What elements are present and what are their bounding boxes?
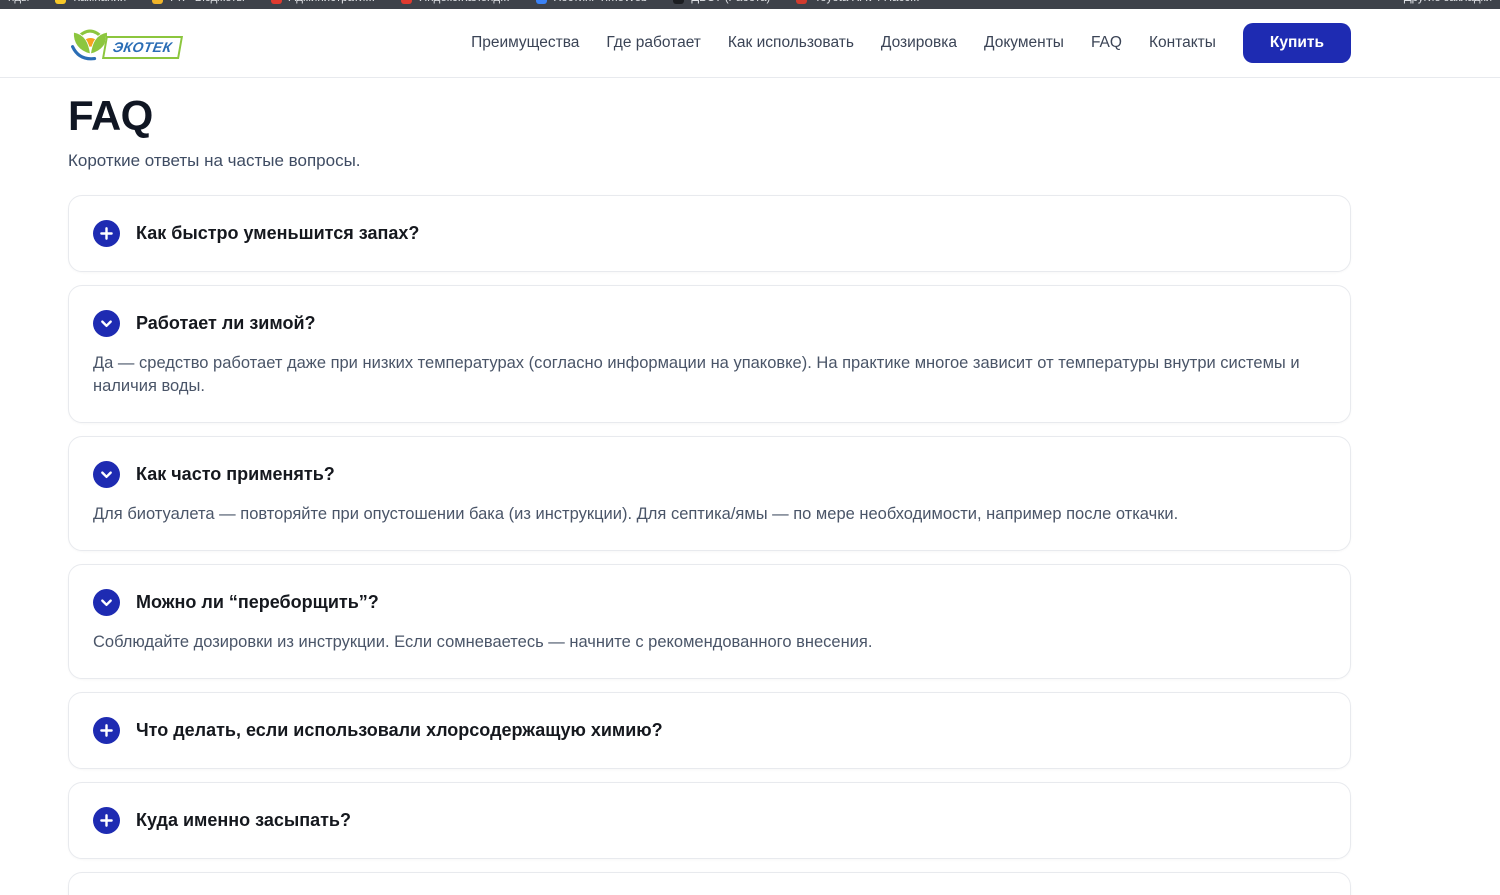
faq-item-card: Поможет ли, если яма/бак переполнены? [68,872,1351,895]
site-icon [673,0,684,4]
faq-question-row[interactable]: Что делать, если использовали хлорсодерж… [93,717,1326,744]
nav-link-преимущества[interactable]: Преимущества [471,34,579,52]
buy-button[interactable]: Купить [1243,23,1351,63]
bookmark-label: Яндекс.Календ... [419,0,510,4]
bookmark-item[interactable]: Toyota RAV4 Пасс... [796,0,919,4]
header-inner: ЭКОТЕК Преимущества Где работает Как исп… [68,23,1351,63]
bookmarks-list: нды Кампании РК - Бюджеты Администрати..… [8,0,1492,8]
faq-question-row[interactable]: Как быстро уменьшится запах? [93,220,1326,247]
faq-item-card: Куда именно засыпать? [68,782,1351,859]
yandex-icon [55,0,66,4]
bookmark-item[interactable]: РК - Бюджеты [152,0,244,4]
bookmark-label: Toyota RAV4 Пасс... [814,0,919,4]
faq-item-card: Работает ли зимой? Да — средство работае… [68,285,1351,423]
faq-toggle-button[interactable] [93,589,120,616]
bookmark-item[interactable]: Администрати... [271,0,375,4]
faq-item-card: Можно ли “переборщить”? Соблюдайте дозир… [68,564,1351,679]
faq-item-card: Как часто применять? Для биотуалета — по… [68,436,1351,551]
faq-toggle-button[interactable] [93,310,120,337]
bookmark-item[interactable]: ДБСТ (Работа) [673,0,770,4]
plus-icon [100,227,113,240]
faq-question: Как быстро уменьшится запах? [136,223,419,244]
chevron-down-icon [100,317,113,330]
bookmark-item[interactable]: Яндекс.Календ... [401,0,510,4]
faq-question: Работает ли зимой? [136,313,316,334]
faq-question: Как часто применять? [136,464,335,485]
bookmark-label: Кампании [73,0,126,4]
nav-link-документы[interactable]: Документы [984,34,1064,52]
bookmark-label: нды [8,0,29,4]
site-icon [536,0,547,4]
nav-link-контакты[interactable]: Контакты [1149,34,1216,52]
faq-list: Как быстро уменьшится запах? Работает ли… [68,195,1351,895]
faq-question-row[interactable]: Можно ли “переборщить”? [93,589,1326,616]
faq-question-row[interactable]: Как часто применять? [93,461,1326,488]
faq-answer: Соблюдайте дозировки из инструкции. Если… [93,631,1326,654]
page-subtitle: Короткие ответы на частые вопросы. [68,151,1351,171]
bookmark-label: ДБСТ (Работа) [691,0,770,4]
nav-link-faq[interactable]: FAQ [1091,34,1122,52]
bookmark-label: Администрати... [289,0,375,4]
bookmarks-bar: нды Кампании РК - Бюджеты Администрати..… [0,0,1500,9]
main-nav: Преимущества Где работает Как использова… [471,34,1216,52]
bookmark-item[interactable]: Хостинг TimeWeb [536,0,648,4]
nav-link-дозировка[interactable]: Дозировка [881,34,957,52]
nav-link-где-работает[interactable]: Где работает [606,34,700,52]
other-bookmarks-button[interactable]: Другие закладки [1404,0,1492,4]
faq-question: Куда именно засыпать? [136,810,351,831]
folder-icon [152,0,163,4]
bookmark-label: Хостинг TimeWeb [554,0,648,4]
faq-answer: Для биотуалета — повторяйте при опустоше… [93,503,1326,526]
chevron-down-icon [100,596,113,609]
faq-toggle-button[interactable] [93,461,120,488]
faq-question-row[interactable]: Куда именно засыпать? [93,807,1326,834]
plus-icon [100,724,113,737]
bookmark-item[interactable]: нды [8,0,29,4]
page-title: FAQ [68,93,1351,139]
faq-question: Что делать, если использовали хлорсодерж… [136,720,663,741]
faq-question: Можно ли “переборщить”? [136,592,379,613]
faq-item-card: Как быстро уменьшится запах? [68,195,1351,272]
faq-toggle-button[interactable] [93,807,120,834]
faq-question-row[interactable]: Работает ли зимой? [93,310,1326,337]
site-icon [796,0,807,4]
logo-text: ЭКОТЕК [102,36,183,59]
chevron-down-icon [100,468,113,481]
site-header: ЭКОТЕК Преимущества Где работает Как исп… [0,9,1500,78]
logo[interactable]: ЭКОТЕК [68,23,181,63]
site-icon [271,0,282,4]
faq-answer: Да — средство работает даже при низких т… [93,352,1326,398]
plus-icon [100,814,113,827]
faq-toggle-button[interactable] [93,717,120,744]
faq-item-card: Что делать, если использовали хлорсодерж… [68,692,1351,769]
faq-section: FAQ Короткие ответы на частые вопросы. К… [68,93,1351,895]
faq-toggle-button[interactable] [93,220,120,247]
bookmark-item[interactable]: Кампании [55,0,126,4]
bookmark-label: РК - Бюджеты [170,0,244,4]
site-icon [401,0,412,4]
nav-link-как-использовать[interactable]: Как использовать [728,34,854,52]
